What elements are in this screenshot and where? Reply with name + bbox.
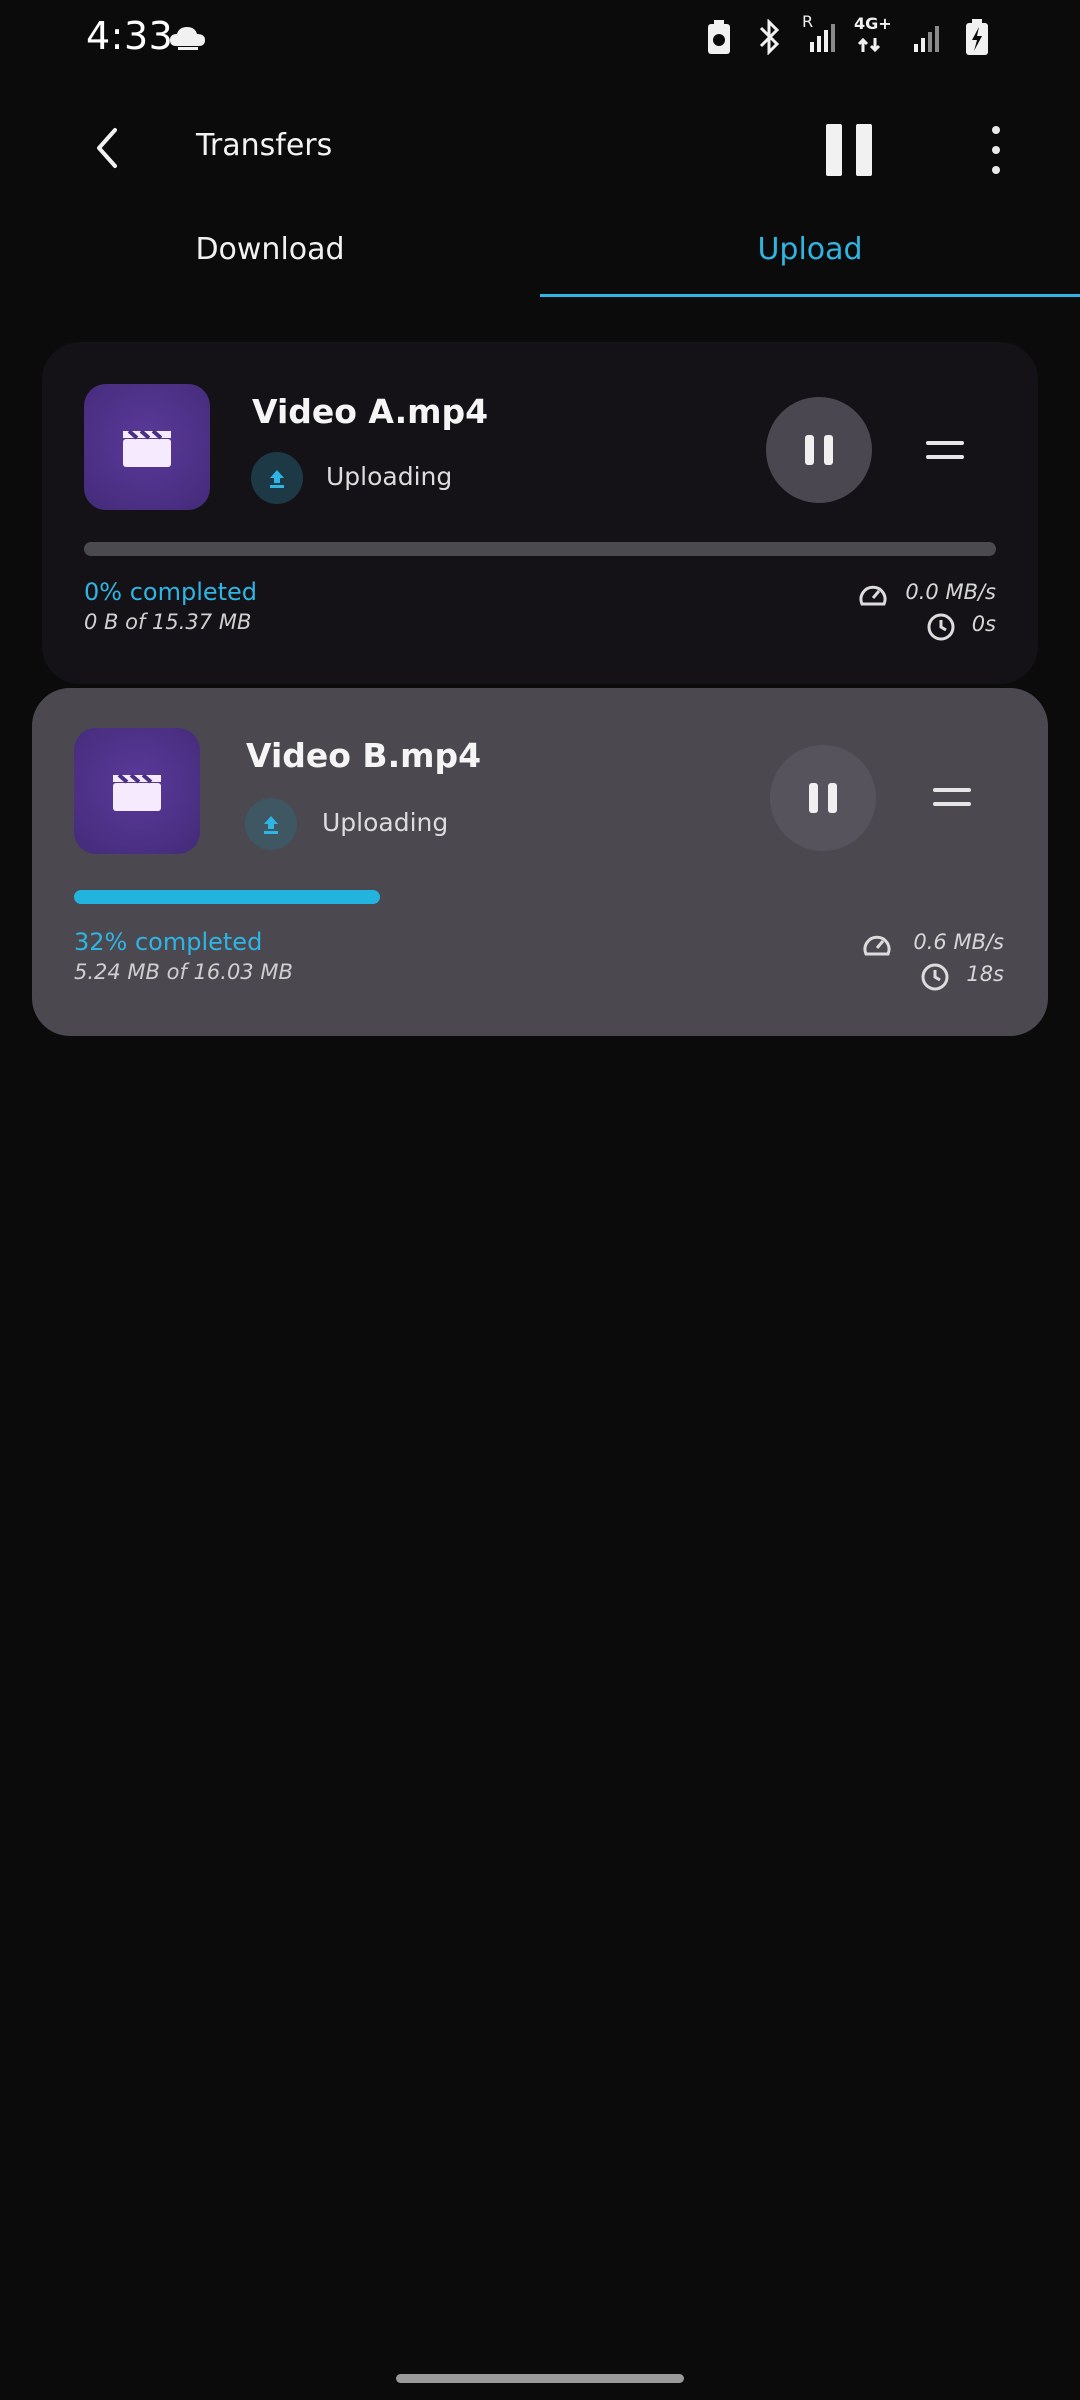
pause-icon-bar (824, 435, 833, 465)
4g-data-icon: 4G+ (852, 14, 894, 56)
transfer-speed: 0.6 MB/s (913, 930, 1004, 954)
file-name: Video A.mp4 (252, 392, 489, 431)
signal-icon (910, 18, 944, 56)
back-button[interactable] (78, 120, 138, 180)
pause-all-icon (826, 124, 842, 176)
drag-line (933, 802, 971, 806)
transfer-item[interactable]: Video B.mp4 Uploading 32% completed 5.24… (32, 688, 1048, 1036)
clock-icon (920, 962, 950, 992)
time-remaining: 0s (971, 612, 996, 636)
status-time: 4:33 (86, 14, 174, 58)
progress-fill (74, 890, 380, 904)
percent-completed: 32% completed (74, 928, 263, 956)
transfer-status: Uploading (326, 462, 453, 491)
speed-gauge-icon (862, 930, 892, 960)
size-progress: 5.24 MB of 16.03 MB (74, 960, 293, 984)
transfer-speed: 0.0 MB/s (905, 580, 996, 604)
pause-icon (805, 435, 814, 465)
battery-charging-icon (960, 18, 994, 56)
more-options-button[interactable] (976, 120, 1016, 180)
more-vert-icon (992, 126, 1000, 134)
drag-line (926, 455, 964, 459)
network-label: 4G+ (854, 14, 892, 33)
pause-button[interactable] (770, 745, 876, 851)
cloud-icon (168, 22, 208, 58)
tab-indicator (540, 294, 1080, 297)
drag-line (926, 441, 964, 445)
pause-icon (809, 783, 818, 813)
size-progress: 0 B of 15.37 MB (84, 610, 252, 634)
roaming-label: R (802, 12, 814, 31)
progress-bar (74, 890, 380, 904)
drag-handle-icon[interactable] (926, 441, 964, 459)
transfer-status: Uploading (322, 808, 449, 837)
pause-all-button[interactable] (826, 124, 872, 176)
back-arrow-icon (93, 126, 123, 174)
transfer-item[interactable]: Video A.mp4 Uploading 0% completed 0 B o… (42, 342, 1038, 684)
drag-handle-icon[interactable] (933, 788, 971, 806)
drag-line (933, 788, 971, 792)
video-file-icon (74, 728, 200, 854)
speed-gauge-icon (858, 580, 888, 610)
tab-download[interactable]: Download (0, 232, 540, 267)
file-name: Video B.mp4 (246, 736, 482, 775)
time-remaining: 18s (966, 962, 1004, 986)
roaming-signal-icon: R (802, 12, 836, 56)
more-vert-dot (992, 166, 1000, 174)
tab-upload[interactable]: Upload (540, 232, 1080, 267)
video-file-icon (84, 384, 210, 510)
upload-icon (251, 452, 303, 504)
upload-icon (245, 798, 297, 850)
percent-completed: 0% completed (84, 578, 258, 606)
battery-saver-icon (702, 18, 736, 56)
bluetooth-icon (752, 18, 786, 56)
page-title: Transfers (196, 128, 333, 163)
home-indicator[interactable] (396, 2374, 684, 2383)
pause-icon-bar (828, 783, 837, 813)
pause-button[interactable] (766, 397, 872, 503)
progress-bar (84, 542, 996, 556)
more-vert-dot (992, 146, 1000, 154)
pause-all-icon-bar (856, 124, 872, 176)
clock-icon (926, 612, 956, 642)
